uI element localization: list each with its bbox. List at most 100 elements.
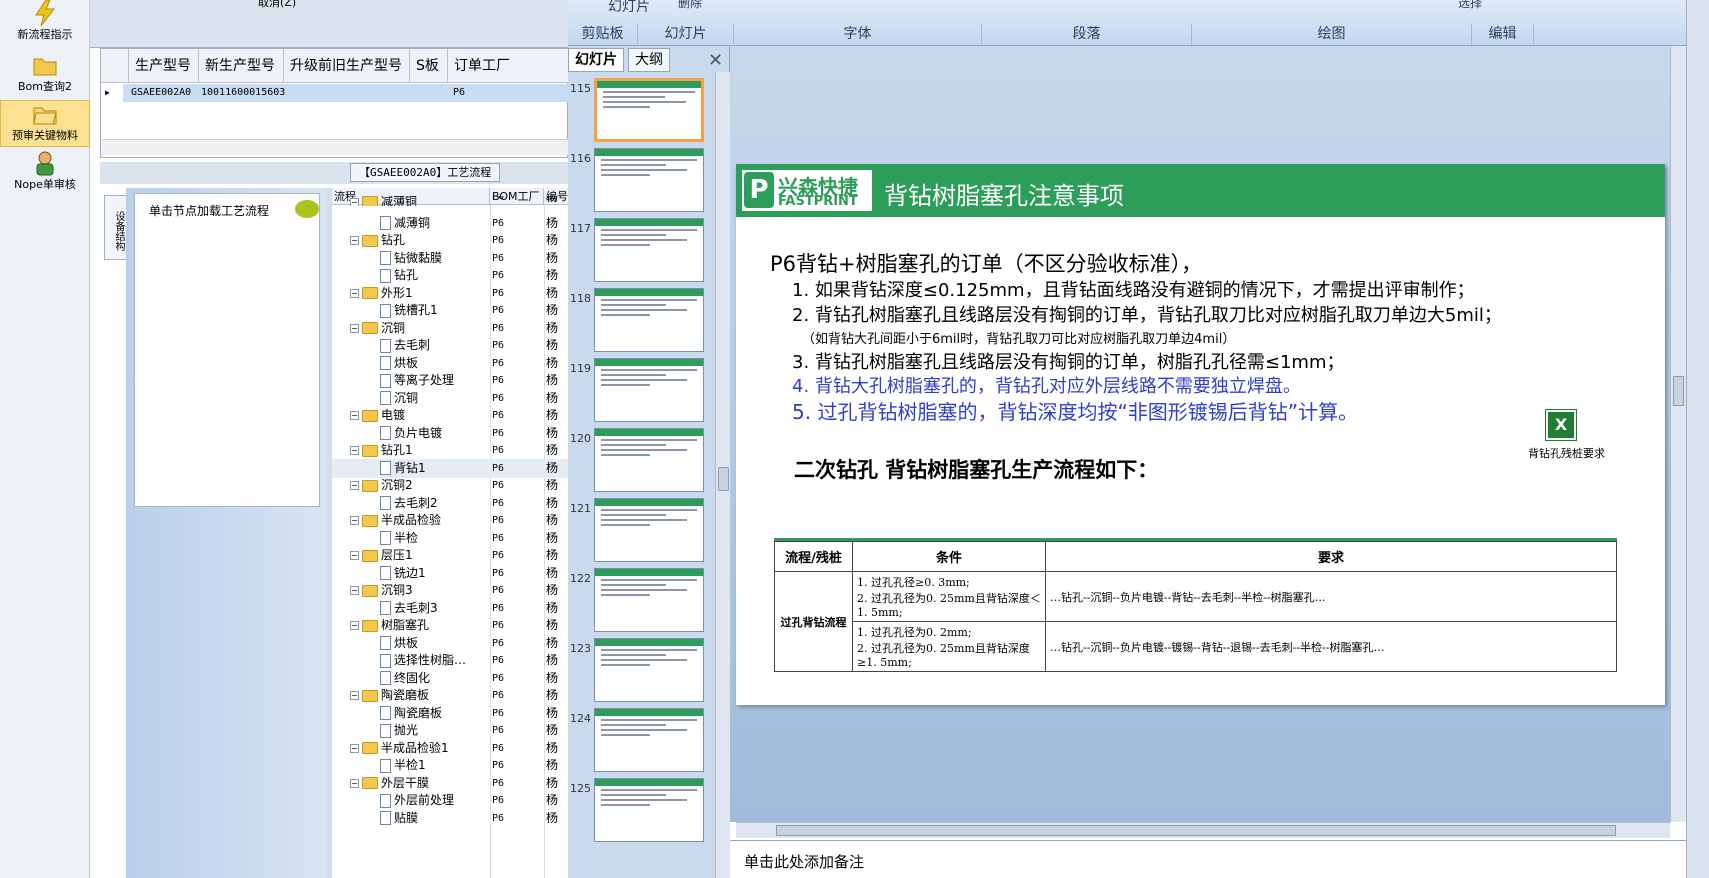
- slide-thumbnail[interactable]: [594, 498, 704, 562]
- tree-row[interactable]: − 沉铜 P6 杨: [332, 319, 568, 338]
- slide-thumbnail[interactable]: [594, 218, 704, 282]
- slide-thumbnail[interactable]: [594, 638, 704, 702]
- current-slide[interactable]: P 兴森快捷 FASTPRINT 背钻树脂塞孔注意事项 P6背钻+树脂塞孔的订单…: [736, 164, 1665, 705]
- tree-row[interactable]: 沉铜 P6 杨: [332, 389, 568, 408]
- grid-header-new-model[interactable]: 新生产型号: [199, 49, 284, 83]
- tree-row[interactable]: 铣槽孔1 P6 杨: [332, 301, 568, 320]
- excel-attachment-icon[interactable]: X: [1545, 409, 1577, 441]
- tree-row[interactable]: 等离子处理 P6 杨: [332, 371, 568, 390]
- collapse-toggle[interactable]: −: [350, 551, 359, 560]
- tree-row-label: 层压1: [381, 548, 413, 562]
- collapse-toggle[interactable]: −: [350, 288, 359, 298]
- delete-slide-button[interactable]: 删除: [678, 0, 702, 11]
- collapse-toggle[interactable]: −: [350, 516, 359, 525]
- grid-cell-model: GSAEE002A0: [131, 87, 192, 98]
- tree-row-editor: 杨: [546, 810, 559, 825]
- collapse-toggle[interactable]: −: [350, 411, 359, 420]
- grid-header-factory[interactable]: 订单工厂: [448, 49, 569, 83]
- sidebar-item-bom-query[interactable]: Bom查询2: [0, 52, 90, 97]
- notes-pane[interactable]: 单击此处添加备注: [730, 840, 1686, 878]
- cancel-button[interactable]: 取消(Z): [258, 0, 296, 10]
- tree-row[interactable]: 背钻1 P6 杨: [332, 458, 568, 478]
- tree-row[interactable]: − 外形1 P6 杨: [332, 284, 568, 303]
- collapse-toggle[interactable]: −: [350, 621, 359, 630]
- tree-row[interactable]: − 沉铜3 P6 杨: [332, 581, 568, 600]
- tree-row[interactable]: 烘板 P6 杨: [332, 634, 568, 653]
- scroll-thumb[interactable]: [718, 467, 729, 491]
- tree-row[interactable]: 去毛刺3 P6 杨: [332, 599, 568, 618]
- select-button[interactable]: 选择: [1458, 0, 1482, 11]
- sidebar-item-nope-review[interactable]: Nope单审核: [0, 150, 90, 195]
- collapse-toggle[interactable]: −: [350, 743, 359, 753]
- sidebar-item-prereview-material[interactable]: 预审关键物料: [0, 100, 90, 147]
- collapse-toggle[interactable]: −: [350, 778, 359, 788]
- grid-hscrollbar[interactable]: [102, 139, 568, 155]
- tree-row[interactable]: − 外层干膜 P6 杨: [332, 774, 568, 793]
- tab-device-structure[interactable]: 设备结构: [104, 195, 126, 260]
- close-icon[interactable]: ✕: [708, 50, 723, 71]
- grid-header-old-model[interactable]: 升级前旧生产型号: [284, 49, 410, 83]
- slide-vscrollbar[interactable]: [1670, 46, 1686, 822]
- tree-row[interactable]: − 树脂塞孔 P6 杨: [332, 616, 568, 635]
- sidebar-item-new-process[interactable]: 新流程指示: [0, 0, 90, 45]
- scroll-thumb[interactable]: [776, 825, 1616, 836]
- tree-row[interactable]: 外层前处理 P6 杨: [332, 791, 568, 810]
- grid-header-model[interactable]: 生产型号: [129, 49, 199, 83]
- tree-row[interactable]: 陶瓷磨板 P6 杨: [332, 704, 568, 723]
- tree-row[interactable]: 负片电镀 P6 杨: [332, 424, 568, 443]
- tree-row[interactable]: − 电镀 P6 杨: [332, 406, 568, 425]
- slide-thumbnail[interactable]: [594, 568, 704, 632]
- notes-placeholder[interactable]: 单击此处添加备注: [744, 851, 864, 872]
- collapse-toggle[interactable]: −: [350, 691, 359, 700]
- slide-thumbnail[interactable]: [594, 708, 704, 772]
- tree-row[interactable]: − 钻孔 P6 杨: [332, 231, 568, 250]
- slide-thumbnail[interactable]: [594, 428, 704, 492]
- slides-pane-scrollbar[interactable]: [715, 72, 730, 878]
- document-icon: [380, 653, 391, 668]
- grid-header-s-board[interactable]: S板: [410, 49, 448, 83]
- slide-thumbnail[interactable]: [594, 778, 704, 842]
- tree-row[interactable]: − 层压1 P6 杨: [332, 546, 568, 565]
- slide-thumbnail[interactable]: [594, 78, 704, 142]
- slide-item-2: 2. 背钻孔树脂塞孔且线路层没有掏铜的订单，背钻孔取刀比对应树脂孔取刀单边大5m…: [792, 305, 1502, 326]
- tree-row[interactable]: 钻微黏膜 P6 杨: [332, 249, 568, 268]
- document-icon: [380, 461, 391, 475]
- scroll-thumb[interactable]: [1673, 376, 1684, 406]
- tree-row-editor: 杨: [546, 548, 559, 562]
- tree-row[interactable]: − 陶瓷磨板 P6 杨: [332, 686, 568, 705]
- folder-icon: [362, 409, 378, 422]
- tree-row[interactable]: 去毛刺2 P6 杨: [332, 494, 568, 513]
- tree-row[interactable]: 半检 P6 杨: [332, 529, 568, 548]
- tree-row[interactable]: 贴膜 P6 杨: [332, 809, 568, 828]
- tree-row[interactable]: 选择性树脂… P6 杨: [332, 651, 568, 670]
- collapse-toggle[interactable]: −: [350, 236, 359, 245]
- collapse-toggle[interactable]: −: [350, 323, 359, 333]
- tab-outline[interactable]: 大纲: [628, 48, 670, 72]
- tree-row[interactable]: − 半成品检验1 P6 杨: [332, 739, 568, 758]
- tree-row[interactable]: − 沉铜2 P6 杨: [332, 476, 568, 495]
- tree-row[interactable]: 钻孔 P6 杨: [332, 266, 568, 285]
- slide-thumbnail[interactable]: [594, 288, 704, 352]
- collapse-toggle[interactable]: −: [350, 586, 359, 595]
- tree-row[interactable]: 烘板 P6 杨: [332, 354, 568, 373]
- tree-row[interactable]: 终固化 P6 杨: [332, 669, 568, 688]
- tree-row[interactable]: − 减薄铜 P6 杨: [332, 196, 568, 206]
- tab-slides[interactable]: 幻灯片: [568, 48, 624, 72]
- tree-row[interactable]: − 钻孔1 P6 杨: [332, 441, 568, 460]
- tree-row-editor: 杨: [546, 408, 559, 422]
- collapse-toggle[interactable]: −: [350, 446, 359, 455]
- new-slide-button[interactable]: 幻灯片: [608, 0, 650, 16]
- slide-number: 117: [570, 222, 591, 235]
- tree-row[interactable]: 抛光 P6 杨: [332, 721, 568, 740]
- slide-hscrollbar[interactable]: [736, 822, 1670, 838]
- tree-row[interactable]: 减薄铜 P6 杨: [332, 214, 568, 233]
- tree-row-label: 沉铜2: [381, 478, 413, 492]
- tree-row[interactable]: 铣边1 P6 杨: [332, 564, 568, 583]
- tree-row[interactable]: 去毛刺 P6 杨: [332, 336, 568, 355]
- tree-row[interactable]: − 半成品检验 P6 杨: [332, 511, 568, 530]
- slide-thumbnail[interactable]: [594, 358, 704, 422]
- collapse-toggle[interactable]: −: [350, 197, 359, 206]
- collapse-toggle[interactable]: −: [350, 481, 359, 490]
- slide-thumbnail[interactable]: [594, 148, 704, 212]
- tree-row[interactable]: 半检1 P6 杨: [332, 756, 568, 775]
